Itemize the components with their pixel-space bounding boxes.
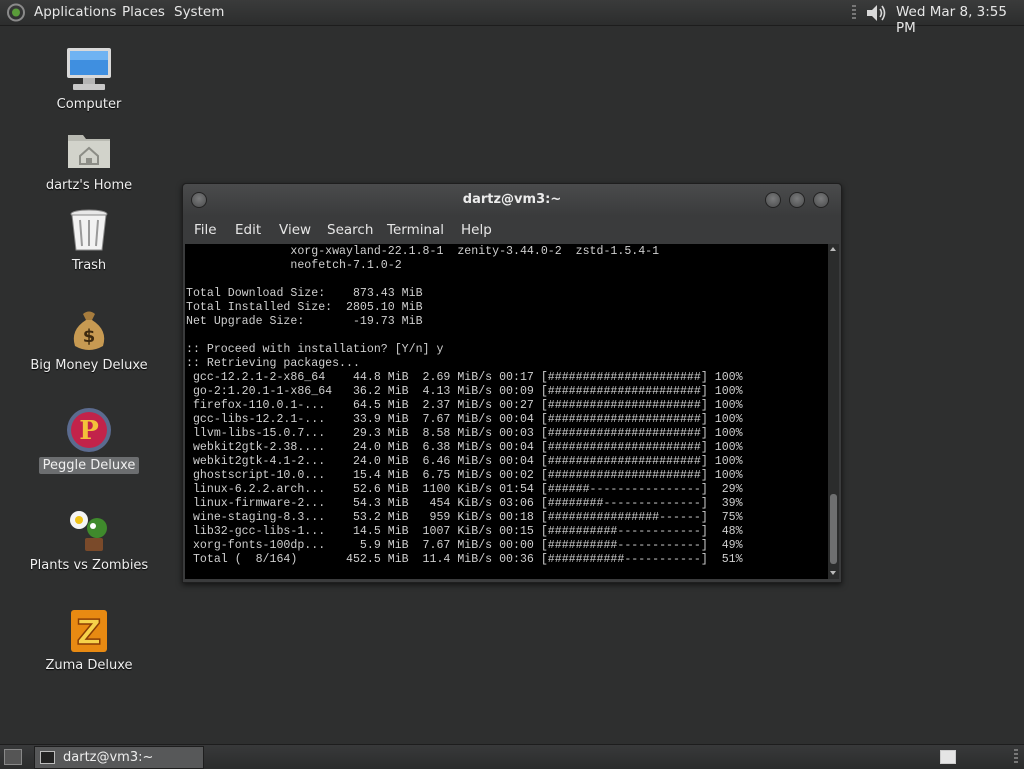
money-bag-icon: $ — [73, 311, 105, 350]
terminal-line: wine-staging-8.3... 53.2 MiB 959 KiB/s 0… — [186, 511, 743, 524]
maximize-button[interactable] — [789, 192, 805, 208]
terminal-line: gcc-12.2.1-2-x86_64 44.8 MiB 2.69 MiB/s … — [186, 371, 743, 384]
desktop-icon-label: Trash — [71, 258, 107, 273]
desktop-icon-label: dartz's Home — [45, 178, 133, 193]
panel-separator — [1014, 749, 1018, 765]
desktop-icon-label: Zuma Deluxe — [45, 658, 133, 673]
terminal-line: :: Retrieving packages... — [186, 357, 360, 370]
scroll-down-arrow-icon[interactable] — [830, 571, 836, 575]
plants-icon — [70, 511, 107, 551]
top-panel: Applications Places System Wed Mar 8, 3:… — [0, 0, 1024, 36]
computer-icon — [67, 48, 111, 90]
terminal-line: :: Proceed with installation? [Y/n] y — [186, 343, 444, 356]
terminal-line: gcc-libs-12.2.1-... 33.9 MiB 7.67 MiB/s … — [186, 413, 743, 426]
trash-icon — [70, 209, 108, 251]
svg-text:P: P — [79, 416, 99, 446]
terminal-line: go-2:1.20.1-1-x86_64 36.2 MiB 4.13 MiB/s… — [186, 385, 743, 398]
desktop-icon-big-money[interactable]: $ Big Money Deluxe — [24, 306, 154, 374]
terminal-line: linux-firmware-2... 54.3 MiB 454 KiB/s 0… — [186, 497, 743, 510]
window-title: dartz@vm3:~ — [462, 192, 562, 207]
desktop-icon-computer[interactable]: Computer — [24, 45, 154, 113]
svg-text:$: $ — [83, 326, 96, 347]
terminal-line: Total ( 8/164) 452.5 MiB 11.4 MiB/s 00:3… — [186, 553, 743, 566]
clock[interactable]: Wed Mar 8, 3:55 PM — [896, 4, 1024, 36]
menu-search[interactable]: Search — [327, 222, 373, 238]
desktop-icon-label: Big Money Deluxe — [30, 358, 148, 373]
terminal-line: ghostscript-10.0... 15.4 MiB 6.75 MiB/s … — [186, 469, 743, 482]
volume-icon[interactable] — [864, 3, 888, 23]
desktop-icon-label: Peggle Deluxe — [38, 457, 140, 474]
menu-file[interactable]: File — [194, 222, 217, 238]
terminal-line: xorg-fonts-100dp... 5.9 MiB 7.67 MiB/s 0… — [186, 539, 743, 552]
terminal-line: Net Upgrade Size: -19.73 MiB — [186, 315, 423, 328]
applications-logo-icon[interactable] — [6, 3, 26, 22]
scroll-up-arrow-icon[interactable] — [830, 247, 836, 251]
menu-system[interactable]: System — [174, 4, 224, 20]
desktop-icon-plants-vs-zombies[interactable]: Plants vs Zombies — [24, 506, 154, 574]
terminal-line: Total Download Size: 873.43 MiB — [186, 287, 423, 300]
desktop-icon-label: Computer — [56, 97, 122, 112]
window-titlebar[interactable]: dartz@vm3:~ — [183, 184, 841, 216]
menu-places[interactable]: Places — [122, 4, 165, 20]
terminal-line: xorg-xwayland-22.1.8-1 zenity-3.44.0-2 z… — [186, 245, 660, 258]
terminal-line: neofetch-7.1.0-2 — [186, 259, 402, 272]
taskbar-item-terminal[interactable]: dartz@vm3:~ — [34, 746, 204, 769]
desktop-icon-trash[interactable]: Trash — [24, 206, 154, 274]
terminal-line: Total Installed Size: 2805.10 MiB — [186, 301, 423, 314]
minimize-button[interactable] — [765, 192, 781, 208]
menu-terminal[interactable]: Terminal — [387, 222, 444, 238]
terminal-icon — [40, 751, 55, 764]
terminal-line: llvm-libs-15.0.7... 29.3 MiB 8.58 MiB/s … — [186, 427, 743, 440]
workspace-switcher[interactable] — [940, 750, 956, 764]
close-button[interactable] — [813, 192, 829, 208]
terminal-line: lib32-gcc-libs-1... 14.5 MiB 1007 KiB/s … — [186, 525, 743, 538]
menu-view[interactable]: View — [279, 222, 311, 238]
terminal-line: webkit2gtk-2.38.... 24.0 MiB 6.38 MiB/s … — [186, 441, 743, 454]
zuma-icon: Z — [71, 610, 107, 654]
menu-help[interactable]: Help — [461, 222, 492, 238]
terminal-line: webkit2gtk-4.1-2... 24.0 MiB 6.46 MiB/s … — [186, 455, 743, 468]
desktop-icon-zuma[interactable]: Z Zuma Deluxe — [24, 606, 154, 674]
desktop-icon-label: Plants vs Zombies — [29, 558, 149, 573]
peggle-icon: P — [67, 408, 111, 452]
show-desktop-icon[interactable] — [4, 749, 22, 765]
terminal-window[interactable]: dartz@vm3:~ File Edit View Search Termin… — [182, 183, 842, 583]
desktop-icon-peggle[interactable]: P Peggle Deluxe — [24, 406, 154, 474]
terminal-output: xorg-xwayland-22.1.8-1 zenity-3.44.0-2 z… — [185, 244, 828, 567]
svg-text:Z: Z — [77, 613, 102, 653]
taskbar-item-label: dartz@vm3:~ — [63, 750, 154, 765]
terminal-line: firefox-110.0.1-... 64.5 MiB 2.37 MiB/s … — [186, 399, 743, 412]
scrollbar-thumb[interactable] — [830, 494, 837, 564]
terminal-scrollbar[interactable] — [828, 244, 839, 579]
desktop-icon-home[interactable]: dartz's Home — [24, 126, 154, 194]
panel-separator — [852, 5, 856, 21]
bottom-panel: dartz@vm3:~ — [0, 744, 1024, 769]
terminal-line: linux-6.2.2.arch... 52.6 MiB 1100 KiB/s … — [186, 483, 743, 496]
menu-edit[interactable]: Edit — [235, 222, 261, 238]
terminal-menubar: File Edit View Search Terminal Help — [183, 216, 841, 244]
home-folder-icon — [68, 135, 110, 168]
terminal-screen[interactable]: xorg-xwayland-22.1.8-1 zenity-3.44.0-2 z… — [185, 244, 828, 579]
menu-applications[interactable]: Applications — [34, 4, 116, 20]
